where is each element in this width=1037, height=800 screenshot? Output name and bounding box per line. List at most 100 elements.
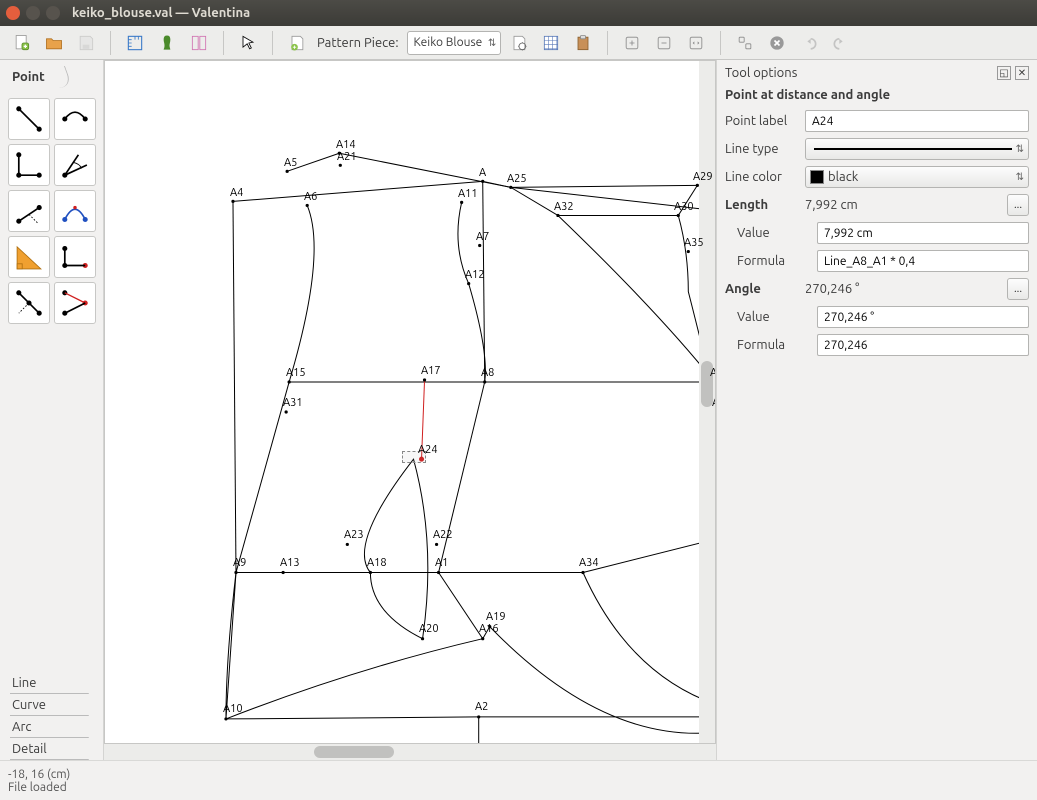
window-maximize-button[interactable] — [46, 6, 60, 20]
zoom-original-button[interactable] — [731, 29, 759, 57]
status-coords: -18, 16 (cm) — [8, 768, 1029, 781]
point-label-A32[interactable]: A32 — [554, 201, 574, 213]
stop-button[interactable] — [763, 29, 791, 57]
angle-value-input[interactable] — [817, 306, 1029, 328]
zoom-out-button[interactable] — [650, 29, 678, 57]
point-label-A18[interactable]: A18 — [367, 557, 387, 569]
tool-triangle[interactable] — [8, 236, 50, 278]
undo-button[interactable] — [795, 29, 823, 57]
tool-line[interactable] — [54, 98, 96, 140]
titlebar: keiko_blouse.val — Valentina — [0, 0, 1037, 26]
point-label-A8[interactable]: A8 — [481, 367, 494, 379]
point-label-A[interactable]: A — [479, 167, 486, 179]
table-button[interactable] — [537, 29, 565, 57]
point-label-A12[interactable]: A12 — [465, 269, 485, 281]
point-label-A6[interactable]: A6 — [304, 191, 317, 203]
main-toolbar: Pattern Piece: Keiko Blouse — [0, 26, 1037, 60]
angle-fx-button[interactable]: ... — [1007, 278, 1029, 300]
tool-normal[interactable] — [8, 190, 50, 232]
line-type-select[interactable] — [805, 138, 1029, 160]
point-label-A10[interactable]: A10 — [223, 703, 243, 715]
tool-endline[interactable] — [8, 98, 50, 140]
point-label-A7[interactable]: A7 — [476, 231, 489, 243]
point-label-A9[interactable]: A9 — [233, 557, 246, 569]
point-label-A23[interactable]: A23 — [344, 529, 364, 541]
clipboard-button[interactable] — [569, 29, 597, 57]
new-file-button[interactable] — [8, 29, 36, 57]
zoom-fit-button[interactable] — [682, 29, 710, 57]
window-minimize-button[interactable] — [26, 6, 40, 20]
save-file-button[interactable] — [72, 29, 100, 57]
open-file-button[interactable] — [40, 29, 68, 57]
body-button[interactable] — [153, 29, 181, 57]
point-label-A19[interactable]: A19 — [486, 611, 506, 623]
point-label-A15[interactable]: A15 — [286, 367, 306, 379]
content-area: Point Line Curve Arc Detail AA1A2A3A4A5A… — [0, 60, 1037, 760]
tool-options-panel: Tool options ◱ ✕ Point at distance and a… — [717, 60, 1037, 760]
point-label-A30[interactable]: A30 — [674, 201, 694, 213]
redo-button[interactable] — [827, 29, 855, 57]
status-message: File loaded — [8, 781, 1029, 794]
length-caption: Length — [725, 198, 797, 212]
tool-bisector[interactable] — [54, 190, 96, 232]
statusbar: -18, 16 (cm) File loaded — [0, 760, 1037, 800]
point-label-A24[interactable]: A24 — [418, 444, 438, 456]
panel-close-button[interactable]: ✕ — [1015, 66, 1029, 80]
tool-tab-point[interactable]: Point — [10, 66, 59, 88]
tool-height[interactable] — [8, 282, 50, 324]
length-formula-caption: Formula — [737, 254, 809, 268]
point-label-A13[interactable]: A13 — [280, 557, 300, 569]
tool-tab-curve[interactable]: Curve — [10, 694, 103, 716]
point-label-A4[interactable]: A4 — [230, 187, 243, 199]
pattern-piece-select[interactable]: Keiko Blouse — [407, 31, 502, 55]
point-label-A1[interactable]: A1 — [435, 557, 448, 569]
point-label-A17[interactable]: A17 — [421, 365, 441, 377]
length-value-input[interactable] — [817, 222, 1029, 244]
point-label-A11[interactable]: A11 — [458, 188, 478, 200]
config-piece-button[interactable] — [505, 29, 533, 57]
line-color-select[interactable]: black — [805, 166, 1029, 188]
point-label-A16[interactable]: A16 — [479, 623, 499, 635]
point-label-A22[interactable]: A22 — [433, 529, 453, 541]
canvas-wrap: AA1A2A3A4A5A6A7A8A9A10A11A12A13A14A15A16… — [104, 60, 717, 760]
tool-alongline[interactable] — [8, 144, 50, 186]
point-label-A36[interactable]: A36 — [710, 367, 716, 379]
point-label-A5[interactable]: A5 — [284, 157, 297, 169]
angle-formula-input[interactable] — [817, 334, 1029, 356]
tool-name-header: Point at distance and angle — [725, 88, 1029, 102]
drawing-canvas[interactable]: AA1A2A3A4A5A6A7A8A9A10A11A12A13A14A15A16… — [104, 60, 716, 744]
length-formula-input[interactable] — [817, 250, 1029, 272]
pattern-button[interactable] — [185, 29, 213, 57]
line-type-caption: Line type — [725, 142, 797, 156]
point-label-A29[interactable]: A29 — [693, 171, 713, 183]
panel-detach-button[interactable]: ◱ — [997, 66, 1011, 80]
point-label-A37[interactable]: A37 — [712, 397, 716, 409]
point-label-A31[interactable]: A31 — [283, 397, 303, 409]
point-label-A21[interactable]: A21 — [337, 151, 357, 163]
point-label-A25[interactable]: A25 — [507, 173, 527, 185]
tool-pointofintersection[interactable] — [54, 236, 96, 278]
measurements-button[interactable] — [121, 29, 149, 57]
tool-tab-line[interactable]: Line — [10, 672, 103, 694]
point-label-A20[interactable]: A20 — [419, 623, 439, 635]
window-close-button[interactable] — [6, 6, 20, 20]
tool-tab-detail[interactable]: Detail — [10, 738, 103, 760]
zoom-in-button[interactable] — [618, 29, 646, 57]
length-fx-button[interactable]: ... — [1007, 194, 1029, 216]
tool-lineintersect[interactable] — [54, 282, 96, 324]
point-label-input[interactable] — [805, 110, 1029, 132]
point-label-A14[interactable]: A14 — [336, 139, 356, 151]
window-title: keiko_blouse.val — Valentina — [72, 6, 250, 20]
point-label-caption: Point label — [725, 114, 797, 128]
add-piece-button[interactable] — [283, 29, 311, 57]
point-label-A35[interactable]: A35 — [684, 237, 704, 249]
point-label-A34[interactable]: A34 — [579, 557, 599, 569]
tool-tab-arc[interactable]: Arc — [10, 716, 103, 738]
angle-formula-caption: Formula — [737, 338, 809, 352]
angle-caption: Angle — [725, 282, 797, 296]
pointer-tool-button[interactable] — [234, 29, 262, 57]
point-label-A2[interactable]: A2 — [475, 701, 488, 713]
horizontal-scrollbar[interactable] — [104, 744, 716, 760]
tool-shoulder[interactable] — [54, 144, 96, 186]
tool-category-tabs: Line Curve Arc Detail — [0, 672, 103, 760]
